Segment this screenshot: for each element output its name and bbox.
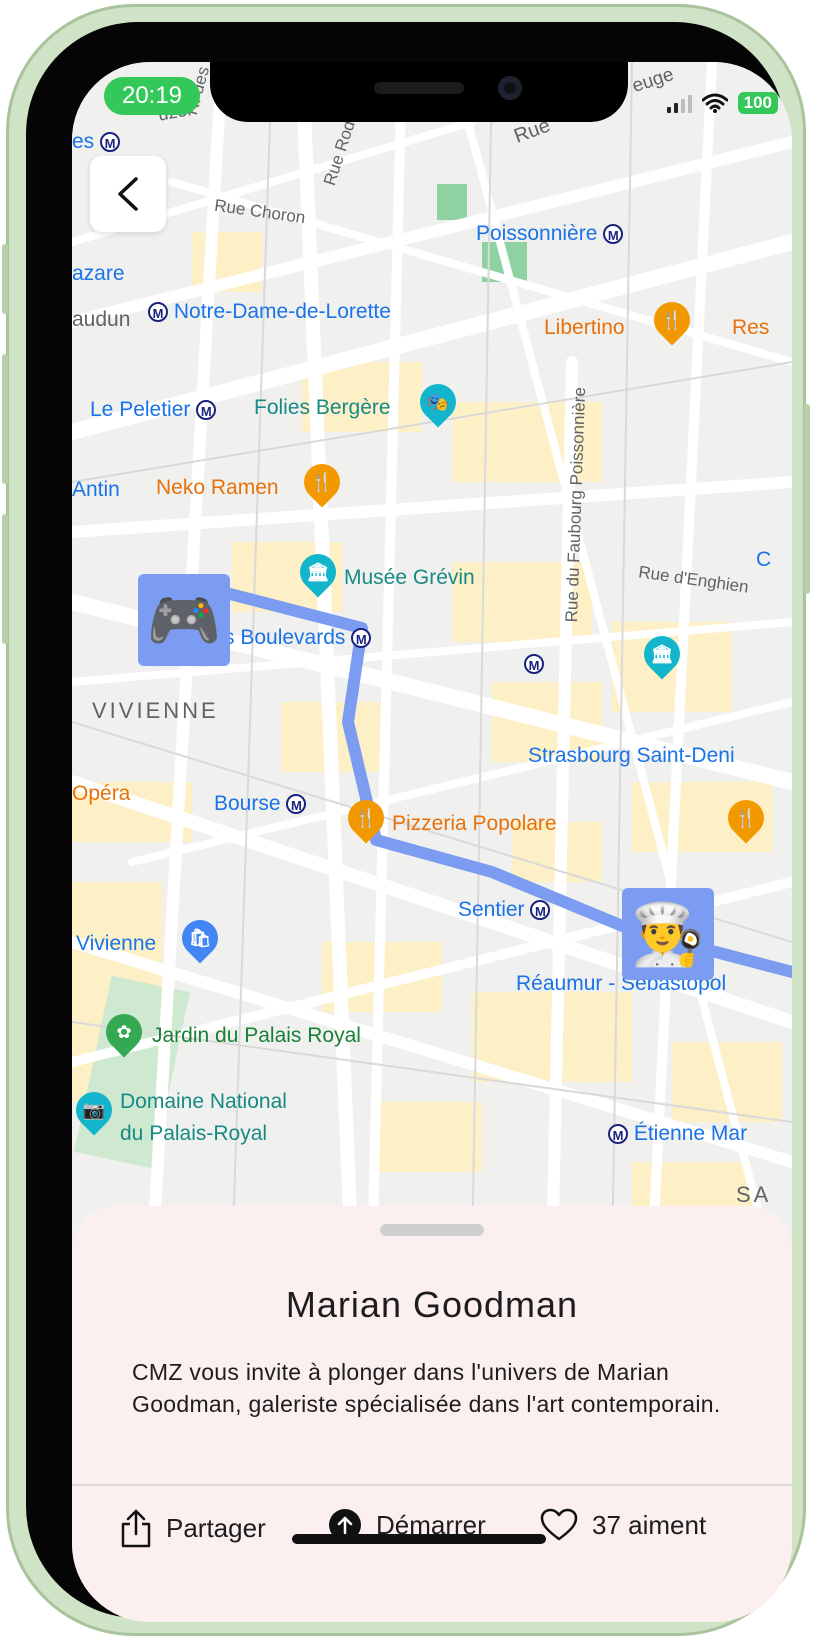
restaurant-pin[interactable]: 🍴 <box>720 792 772 844</box>
metro-icon: M <box>351 628 372 649</box>
restaurant-icon: 🍴 <box>310 472 334 492</box>
back-button[interactable] <box>90 156 166 232</box>
shopping-icon: 🛍 <box>188 928 212 948</box>
metro-label-poissonniere: Poissonnière M <box>476 222 624 246</box>
museum-icon: 🏛 <box>306 562 330 582</box>
share-label: Partager <box>166 1512 266 1543</box>
metro-label-le-peletier: Le Peletier M <box>90 398 217 422</box>
power-button <box>804 404 810 594</box>
bottom-sheet[interactable]: Marian Goodman CMZ vous invite à plonger… <box>72 1206 792 1622</box>
status-icons: 100 <box>666 92 778 114</box>
park-pin[interactable]: ✿ <box>98 1006 150 1058</box>
metro-label: es M <box>72 130 121 154</box>
partial-label: C <box>756 548 772 571</box>
status-time: 20:19 <box>104 77 200 115</box>
place-description: CMZ vous invite à plonger dans l'univers… <box>132 1359 721 1417</box>
bezel: R. des Martyrs Rue Choron Rue Rodier Rue… <box>26 22 792 1622</box>
metro-icon: M <box>524 654 544 675</box>
gamepad-icon: 🎮 <box>146 586 222 654</box>
poi-label-jardin[interactable]: Jardin du Palais Royal <box>152 1024 361 1048</box>
chef-marker[interactable]: 👨‍🍳 <box>622 888 714 980</box>
partial-label: Antin <box>72 478 120 501</box>
metro-icon: M <box>196 400 217 421</box>
share-button[interactable]: Partager <box>120 1508 266 1548</box>
home-indicator[interactable] <box>292 1534 546 1544</box>
poi-label-folies[interactable]: Folies Bergère <box>254 396 391 420</box>
theater-icon: 🎭 <box>426 392 450 412</box>
shopping-pin[interactable]: 🛍 <box>174 912 226 964</box>
poi-label-pizzeria[interactable]: Pizzeria Popolare <box>392 812 557 836</box>
cellular-icon <box>666 93 692 113</box>
poi-label-libertino[interactable]: Libertino <box>544 316 625 340</box>
partial-label: azare <box>72 262 125 285</box>
wifi-icon <box>701 93 728 113</box>
poi-label-domaine-2[interactable]: du Palais-Royal <box>120 1122 267 1146</box>
metro-label-boulevards: s Boulevards M <box>224 626 372 650</box>
metro-label-sentier: Sentier M <box>458 898 551 922</box>
museum-pin[interactable]: 🏛 <box>292 546 344 598</box>
metro-marker: M <box>524 652 544 676</box>
restaurant-pin[interactable]: 🍴 <box>646 294 698 346</box>
poi-label-res[interactable]: Res <box>732 316 769 340</box>
partial-label: Opéra <box>72 782 131 805</box>
phone-frame: R. des Martyrs Rue Choron Rue Rodier Rue… <box>2 4 810 1636</box>
flower-icon: ✿ <box>116 1022 132 1042</box>
metro-label-notre-dame: M Notre-Dame-de-Lorette <box>148 300 391 324</box>
restaurant-pin[interactable]: 🍴 <box>296 456 348 508</box>
poi-label-domaine-1[interactable]: Domaine National <box>120 1090 287 1114</box>
notch <box>210 62 628 122</box>
poi-label-neko[interactable]: Neko Ramen <box>156 476 279 500</box>
front-camera <box>498 76 522 100</box>
screen: R. des Martyrs Rue Choron Rue Rodier Rue… <box>72 62 792 1622</box>
district-label: SA <box>736 1182 772 1207</box>
poi-label-vivienne[interactable]: Vivienne <box>76 932 156 956</box>
metro-icon: M <box>608 1124 628 1145</box>
map[interactable]: R. des Martyrs Rue Choron Rue Rodier Rue… <box>72 62 792 1262</box>
district-label-vivienne: VIVIENNE <box>92 698 219 723</box>
camera-icon: 📷 <box>82 1100 106 1120</box>
metro-icon: M <box>148 302 168 323</box>
museum-pin[interactable]: 🏛 <box>636 628 688 680</box>
restaurant-icon: 🍴 <box>734 808 758 828</box>
restaurant-icon: 🍴 <box>354 808 378 828</box>
action-bar: Partager Démarrer 37 aiment <box>72 1508 792 1558</box>
volume-down-button <box>2 514 8 644</box>
battery-indicator: 100 <box>737 92 778 114</box>
speaker <box>374 82 464 94</box>
metro-icon: M <box>100 132 121 153</box>
share-icon <box>121 1509 151 1548</box>
mute-switch <box>2 244 8 314</box>
museum-icon: 🏛 <box>650 644 674 664</box>
metro-label-bourse: Bourse M <box>214 792 307 816</box>
metro-icon: M <box>286 794 307 815</box>
metro-label-strasbourg: Strasbourg Saint-Deni <box>528 744 735 767</box>
likes-count: 37 aiment <box>592 1509 707 1540</box>
metro-icon: M <box>530 900 551 921</box>
theater-pin[interactable]: 🎭 <box>412 376 464 428</box>
volume-up-button <box>2 354 8 484</box>
chef-icon: 👨‍🍳 <box>630 900 706 968</box>
metro-icon: M <box>603 224 624 245</box>
partial-label: audun <box>72 308 131 331</box>
divider <box>72 1484 792 1486</box>
restaurant-pin[interactable]: 🍴 <box>340 792 392 844</box>
poi-label-grevin[interactable]: Musée Grévin <box>344 566 475 590</box>
gamepad-marker[interactable]: 🎮 <box>138 574 230 666</box>
sheet-drag-handle[interactable] <box>380 1224 484 1236</box>
metro-label-etienne: M Étienne Mar <box>608 1122 747 1146</box>
restaurant-icon: 🍴 <box>660 310 684 330</box>
place-title: Marian Goodman <box>285 1284 579 1325</box>
back-chevron-icon <box>118 177 138 211</box>
like-button[interactable]: 37 aiment <box>540 1508 706 1542</box>
